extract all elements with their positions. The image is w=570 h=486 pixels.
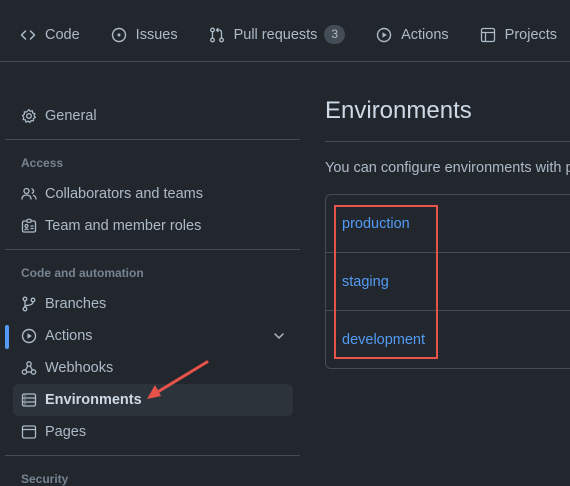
- tab-issues-label: Issues: [135, 26, 178, 43]
- sidebar-item-general-label: General: [45, 108, 97, 124]
- tab-pull-requests[interactable]: Pull requests 3: [209, 23, 346, 47]
- highlight-box: [334, 205, 438, 359]
- gear-icon: [21, 108, 37, 124]
- table-icon: [480, 27, 496, 43]
- sidebar-item-pages-label: Pages: [45, 424, 87, 440]
- chevron-down-icon[interactable]: [271, 328, 287, 344]
- tab-actions[interactable]: Actions: [376, 23, 449, 47]
- sidebar-item-collaborators-label: Collaborators and teams: [45, 186, 203, 202]
- sidebar-heading-code-automation: Code and automation: [21, 266, 144, 280]
- issue-opened-icon: [111, 27, 127, 43]
- sidebar-item-team-roles-label: Team and member roles: [45, 218, 202, 234]
- tab-code-label: Code: [45, 26, 80, 43]
- sidebar-heading-access: Access: [21, 156, 64, 170]
- sidebar-item-environments-label: Environments: [45, 392, 142, 408]
- sidebar-item-general[interactable]: General: [13, 100, 293, 132]
- webhook-icon: [21, 360, 37, 376]
- tab-projects[interactable]: Projects: [480, 23, 557, 47]
- git-pull-request-icon: [209, 27, 225, 43]
- sidebar-divider: [5, 139, 300, 140]
- pull-requests-count-badge: 3: [324, 25, 346, 44]
- tab-code[interactable]: Code: [20, 23, 80, 47]
- people-icon: [21, 186, 37, 202]
- tab-pull-requests-label: Pull requests: [233, 26, 318, 43]
- sidebar-item-branches-label: Branches: [45, 296, 107, 312]
- sidebar-item-actions[interactable]: Actions: [13, 320, 293, 352]
- sidebar-item-webhooks-label: Webhooks: [45, 360, 114, 376]
- sidebar-divider: [5, 455, 300, 456]
- sidebar-heading-security: Security: [21, 472, 69, 486]
- active-indicator: [5, 325, 9, 349]
- tab-issues[interactable]: Issues: [111, 23, 178, 47]
- nav-divider: [0, 61, 570, 62]
- sidebar-item-team-roles[interactable]: Team and member roles: [13, 210, 293, 242]
- page-description: You can configure environments with p: [325, 160, 570, 176]
- sidebar-item-branches[interactable]: Branches: [13, 288, 293, 320]
- server-icon: [21, 392, 37, 408]
- play-icon: [376, 27, 392, 43]
- sidebar-item-environments[interactable]: Environments: [13, 384, 293, 416]
- sidebar-item-webhooks[interactable]: Webhooks: [13, 352, 293, 384]
- sidebar-item-pages[interactable]: Pages: [13, 416, 293, 448]
- play-icon: [21, 328, 37, 344]
- sidebar-item-collaborators[interactable]: Collaborators and teams: [13, 178, 293, 210]
- sidebar-divider: [5, 249, 300, 250]
- tab-projects-label: Projects: [504, 26, 558, 43]
- id-badge-icon: [21, 218, 37, 234]
- code-icon: [20, 27, 36, 43]
- git-branch-icon: [21, 296, 37, 312]
- browser-icon: [21, 424, 37, 440]
- tab-actions-label: Actions: [401, 26, 449, 43]
- page-title: Environments: [325, 97, 472, 124]
- title-divider: [325, 141, 570, 142]
- sidebar-item-actions-label: Actions: [45, 328, 93, 344]
- repo-nav: Code Issues Pull requests 3 Actions Proj…: [0, 0, 570, 70]
